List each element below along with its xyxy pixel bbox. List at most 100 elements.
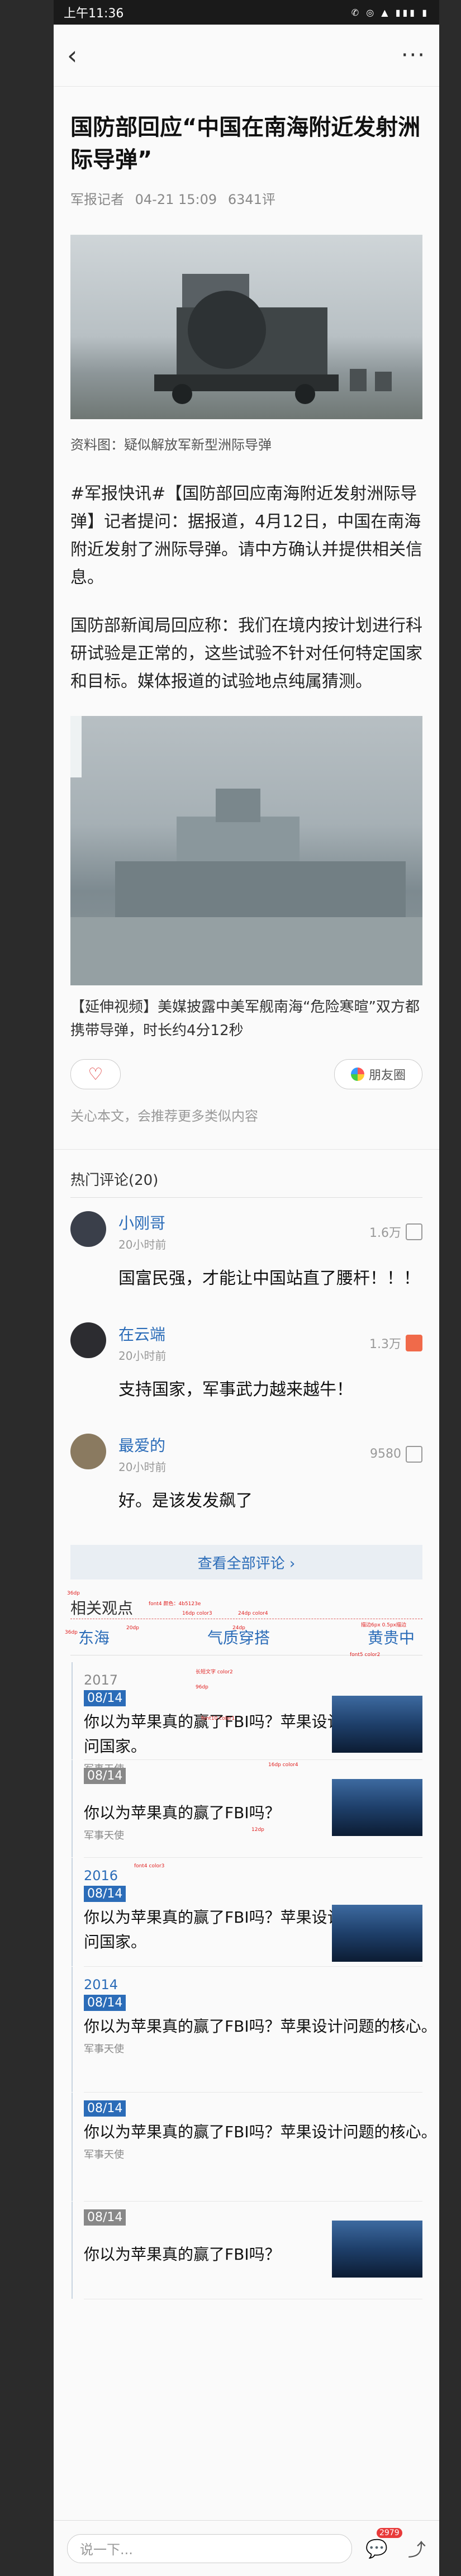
comment-time: 20小时前 [118, 1349, 167, 1363]
tag-item[interactable]: 东海 [70, 1621, 117, 1653]
item-source: 军事天使 [84, 2149, 124, 2161]
item-title: 你以为苹果真的赢了FBI吗？ [84, 2245, 281, 2264]
back-icon[interactable]: ‹ [67, 40, 77, 70]
like-count: 1.3万 [369, 1337, 401, 1351]
moments-icon [350, 1068, 364, 1081]
article-comment-count[interactable]: 6341评 [228, 192, 275, 207]
comment-time: 20小时前 [118, 1460, 167, 1474]
commenter-name[interactable]: 最爱的 [118, 1434, 166, 1456]
timeline-item[interactable]: 08/14 你以为苹果真的赢了FBI吗？苹果设计问题的核心。 军事天使 [72, 2093, 437, 2202]
article-paragraph-2: 国防部新闻局回应称：我们在境内按计划进行科研试验是正常的，这些试验不针对任何特定… [70, 616, 422, 691]
warship-illustration [70, 716, 422, 985]
share-label: 朋友圈 [368, 1069, 406, 1083]
spec-annotation: 20dp [126, 1625, 139, 1631]
view-all-comments-button[interactable]: 查看全部评论 › [70, 1545, 422, 1579]
status-icons: ✆ ◎ ▲ ▮▮▮ ▮ [351, 7, 429, 18]
timeline-line [72, 1662, 73, 1759]
spec-annotation: font4 color3 [134, 1863, 165, 1869]
share-icon[interactable]: ⤴ [408, 2536, 426, 2561]
spec-annotation: 16dp color4 [268, 1762, 298, 1768]
video-caption: 【延伸视频】美媒披露中美军舰南海“危险寒暄”双方都携带导弹，时长约4分12秒 [70, 999, 420, 1039]
timeline-year: 2016 [84, 1868, 118, 1884]
timeline-item[interactable]: 08/14 你以为苹果真的赢了FBI吗？ [72, 2202, 422, 2299]
timeline-item[interactable]: font4 color3 2016 08/14 你以为苹果真的赢了FBI吗？苹果… [72, 1858, 422, 1967]
comment-badge: 2979 [376, 2527, 402, 2538]
item-thumbnail [332, 2221, 422, 2278]
timeline-line [72, 2202, 73, 2299]
item-thumbnail [332, 1696, 422, 1753]
comment-text: 国富民强，才能让中国站直了腰杆！！！ [118, 1269, 420, 1288]
timeline-item[interactable]: 16dp color4 12dp 08/14 你以为苹果真的赢了FBI吗？ 军事… [72, 1760, 422, 1858]
timeline-line [72, 1760, 73, 1857]
status-time: 上午11:36 [64, 7, 124, 21]
comment-input[interactable]: 说一下... [67, 2534, 352, 2563]
comment-item: 小刚哥 20小时前 1.6万 国富民强，才能让中国站直了腰杆！！！ [70, 1211, 422, 1309]
comments-button[interactable]: 💬 2979 [365, 2527, 402, 2559]
article-date: 04-21 15:09 [135, 192, 217, 207]
spec-annotation: 36dp [67, 1591, 80, 1596]
item-title: 你以为苹果真的赢了FBI吗？苹果设计问题的核心。 [84, 2017, 437, 2036]
more-icon[interactable]: ··· [401, 42, 426, 68]
item-source: 军事天使 [84, 2043, 124, 2055]
share-moments-button[interactable]: 朋友圈 [334, 1059, 422, 1089]
related-views-spec: 36dp font4 颜色：4b5123e 16dp color3 36dp 2… [65, 1591, 437, 2299]
timeline-date: 08/14 [84, 1995, 126, 2011]
bottom-bar: 说一下... 💬 2979 ⤴ [54, 2520, 439, 2576]
thumbs-up-icon[interactable] [406, 1445, 422, 1463]
timeline-line [72, 2093, 73, 2201]
avatar[interactable] [70, 1211, 106, 1247]
commenter-name[interactable]: 在云端 [118, 1322, 166, 1345]
spec-annotation: font10 color1 [201, 1716, 235, 1721]
article-actions: ♡ 朋友圈 [70, 1059, 422, 1089]
item-title: 你以为苹果真的赢了FBI吗？苹果设计问题的核心。 [84, 2123, 437, 2141]
timeline-line [72, 1967, 73, 2092]
article-source[interactable]: 军报记者 [70, 192, 124, 207]
status-bar: 上午11:36 ✆ ◎ ▲ ▮▮▮ ▮ [54, 0, 439, 25]
follow-hint: 关心本文，会推荐更多类似内容 [54, 1105, 439, 1150]
article-title: 国防部回应“中国在南海附近发射洲际导弹” [70, 115, 421, 173]
timeline-date: 08/14 [84, 2100, 126, 2117]
comment-item: 最爱的 20小时前 9580 好。是该发发飙了 [70, 1434, 422, 1531]
missile-image[interactable] [70, 235, 422, 419]
spec-annotation: 描边6px 0.5px描边 [361, 1623, 406, 1628]
heart-icon: ♡ [88, 1064, 103, 1084]
comment-text: 支持国家，军事武力越来越牛！ [118, 1380, 353, 1400]
phone-screen: 上午11:36 ✆ ◎ ▲ ▮▮▮ ▮ ‹ ··· 国防部回应“中国在南海附近发… [54, 0, 439, 2576]
timeline-date: 08/14 [84, 2209, 126, 2226]
comment-time: 20小时前 [118, 1238, 167, 1251]
timeline-line [72, 1858, 73, 1966]
like-button[interactable]: ♡ [70, 1059, 121, 1089]
like-count: 9580 [370, 1447, 401, 1461]
like-count: 1.6万 [369, 1226, 401, 1240]
comment-icon: 💬 [365, 2537, 388, 2559]
nav-bar: ‹ ··· [54, 25, 439, 87]
video-thumbnail[interactable] [70, 716, 422, 985]
timeline-item[interactable]: 2014 08/14 你以为苹果真的赢了FBI吗？苹果设计问题的核心。 军事天使 [72, 1967, 437, 2093]
timeline-year: 2014 [84, 1977, 118, 1993]
avatar[interactable] [70, 1322, 106, 1358]
timeline-date: 08/14 [84, 1886, 126, 1902]
item-thumbnail [332, 1905, 422, 1962]
thumbs-up-icon[interactable] [406, 1223, 422, 1240]
spec-annotation: 12dp [251, 1827, 264, 1833]
item-thumbnail [332, 1779, 422, 1836]
missile-illustration [154, 274, 392, 404]
comment-item: 在云端 20小时前 1.3万 支持国家，军事武力越来越牛！ [70, 1322, 422, 1420]
article-meta: 军报记者 04-21 15:09 6341评 [70, 188, 422, 208]
thumbs-up-icon[interactable] [406, 1334, 422, 1351]
spec-annotation: 96dp [196, 1685, 208, 1690]
item-title: 你以为苹果真的赢了FBI吗？ [84, 1804, 281, 1822]
spec-annotation: 24dp [232, 1625, 245, 1631]
commenter-name[interactable]: 小刚哥 [118, 1211, 166, 1234]
spec-annotation: 长短文字 color2 [196, 1669, 233, 1675]
spec-annotation: font4 颜色：4b5123e [149, 1601, 201, 1607]
article: 国防部回应“中国在南海附近发射洲际导弹” 军报记者 04-21 15:09 63… [54, 111, 439, 2299]
spec-annotation: 24dp color4 [238, 1611, 268, 1616]
comment-text: 好。是该发发飙了 [118, 1491, 253, 1511]
spec-annotation: 16dp color3 [182, 1611, 212, 1616]
hot-comments-header: 热门评论(20) [70, 1169, 422, 1198]
timeline-date: 08/14 [84, 1768, 126, 1784]
timeline-item[interactable]: 长短文字 color2 96dp font10 color1 2017 08/1… [72, 1662, 422, 1775]
avatar[interactable] [70, 1434, 106, 1469]
article-paragraph-1: #军报快讯#【国防部回应南海附近发射洲际导弹】记者提问：据报道，4月12日，中国… [70, 484, 422, 587]
